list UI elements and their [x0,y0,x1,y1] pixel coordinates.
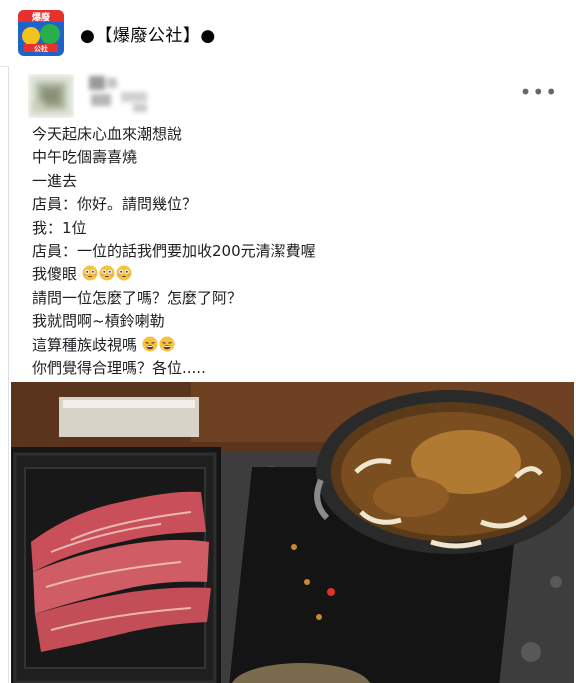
post-line: 請問一位怎麼了嗎？怎麼了阿？ [32,288,243,307]
author-name[interactable] [83,72,163,116]
weary-face-icon [142,336,158,352]
post-text: 今天起床心血來潮想說 中午吃個壽喜燒 一進去 店員：你好。請問幾位？ 我：1位 … [32,123,552,380]
post-line: 我傻眼 [32,263,552,286]
flushed-face-icon [82,265,98,281]
sukiyaki-photo[interactable] [11,382,574,683]
more-options-icon[interactable]: ••• [520,80,558,104]
svg-text:公社: 公社 [34,44,48,53]
post-line: 店員：一位的話我們要加收200元清潔費喔 [32,241,316,260]
page-header: 爆廢 公社 ●【爆廢公社】● [0,0,576,67]
page-logo-icon[interactable]: 爆廢 公社 [18,10,64,56]
weary-emoji-icons [137,336,176,354]
page-name[interactable]: ●【爆廢公社】● [80,21,216,46]
post-line: 我就問啊~槓鈴喇勒 [32,312,165,331]
flushed-emoji-icons [77,265,133,283]
weary-face-icon [159,336,175,352]
post-line: 你們覺得合理嗎？各位..... [32,358,206,377]
svg-text:爆廢: 爆廢 [32,11,51,23]
post-line: 這算種族歧視嗎 [32,334,552,357]
flushed-face-icon [99,265,115,281]
post-line: 今天起床心血來潮想說 [32,125,183,143]
post-line: 我：1位 [32,218,87,237]
post-line: 店員：你好。請問幾位？ [32,195,198,214]
post-line: 中午吃個壽喜燒 [32,148,138,167]
author-avatar[interactable] [28,74,74,118]
flushed-face-icon [116,265,132,281]
post-line: 一進去 [32,171,78,190]
post-card: ••• 今天起床心血來潮想說 中午吃個壽喜燒 一進去 店員：你好。請問幾位？ 我… [8,66,576,683]
